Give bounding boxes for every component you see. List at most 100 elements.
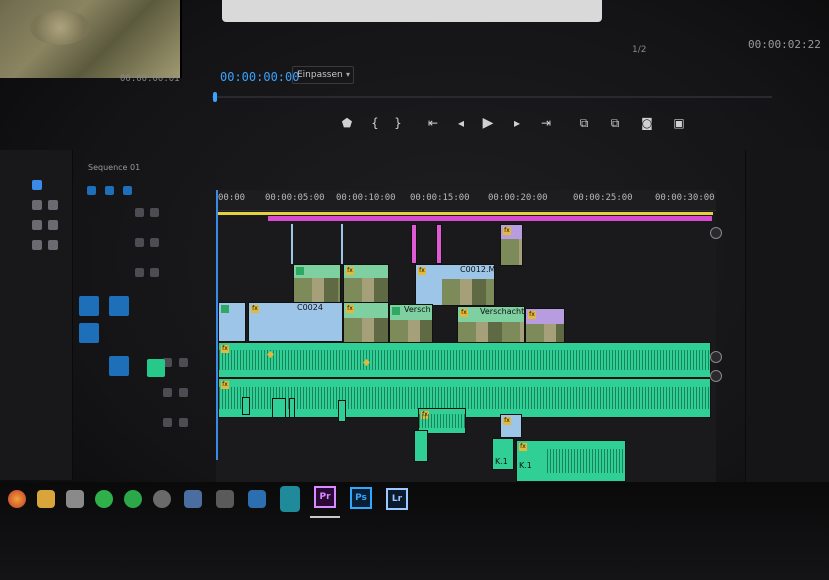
clip-name: Versch xyxy=(404,305,431,314)
ruler-tick-label: 00:00 xyxy=(218,193,246,203)
mute-icon[interactable] xyxy=(163,418,172,427)
video-clip[interactable] xyxy=(218,302,246,342)
spotify-icon[interactable] xyxy=(95,490,113,508)
audio-clip[interactable] xyxy=(414,430,428,462)
video-clip[interactable]: fx xyxy=(343,302,389,346)
lightroom-icon[interactable]: Lr xyxy=(386,488,408,510)
track-scroll-handle[interactable] xyxy=(710,351,722,363)
audio-track-source-a1[interactable] xyxy=(109,356,129,376)
clip-edge-marker xyxy=(291,224,293,264)
program-playhead[interactable] xyxy=(213,92,217,102)
audio-clip[interactable] xyxy=(272,398,286,418)
add-marker-icon[interactable]: ⬟ xyxy=(338,115,356,131)
playhead-timecode[interactable]: 00:00:00:00 xyxy=(220,70,299,84)
tool-palette xyxy=(22,170,62,260)
solo-icon[interactable] xyxy=(179,418,188,427)
go-to-in-icon[interactable]: ⇤ xyxy=(424,115,442,131)
solo-icon[interactable] xyxy=(179,388,188,397)
adjustment-clip[interactable] xyxy=(436,224,442,264)
comparison-view-icon[interactable]: ▣ xyxy=(670,115,688,131)
track-lock-icon[interactable] xyxy=(135,208,144,217)
audio-clip-a1[interactable]: fx xyxy=(218,342,711,378)
fx-badge-icon: fx xyxy=(503,417,511,425)
step-back-icon[interactable]: ◂ xyxy=(452,115,470,131)
audio-clip[interactable] xyxy=(289,398,295,418)
clip-name: Verschachtel xyxy=(480,307,525,316)
video-clip-c0012[interactable]: fx C0012.MP xyxy=(415,264,495,306)
clip-badge-icon xyxy=(296,267,304,275)
fx-badge-icon: fx xyxy=(503,227,511,235)
source-timecode: 00:00:00:01 xyxy=(120,74,180,84)
fx-badge-icon: fx xyxy=(221,381,229,389)
add-marker-timeline-icon[interactable] xyxy=(123,186,132,195)
voice-record-icon[interactable] xyxy=(147,359,165,377)
video-clip-c0024[interactable]: fx C0024 xyxy=(248,302,343,342)
mark-out-icon[interactable]: } xyxy=(389,115,407,131)
slip-tool-icon[interactable] xyxy=(48,220,58,230)
audio-clip-k1[interactable]: fx K.1 xyxy=(516,440,626,482)
fit-dropdown-label: Einpassen xyxy=(297,70,343,80)
razor-tool-icon[interactable] xyxy=(32,220,42,230)
folder-icon[interactable] xyxy=(37,490,55,508)
solo-icon[interactable] xyxy=(179,358,188,367)
video-clip[interactable]: fx xyxy=(343,264,389,304)
ruler-tick-label: 00:00:20:00 xyxy=(488,193,548,203)
video-track-target-v1[interactable] xyxy=(79,296,99,316)
step-forward-icon[interactable]: ▸ xyxy=(508,115,526,131)
video-clip[interactable]: fx xyxy=(500,224,523,266)
audio-clip[interactable] xyxy=(338,400,346,422)
audio-waveform xyxy=(419,413,465,429)
audio-clip[interactable] xyxy=(242,397,250,415)
go-to-out-icon[interactable]: ⇥ xyxy=(537,115,555,131)
mute-icon[interactable] xyxy=(163,388,172,397)
program-scrub-bar[interactable] xyxy=(212,96,772,98)
track-select-tool-icon[interactable] xyxy=(32,200,42,210)
track-lock-icon[interactable] xyxy=(135,268,144,277)
timeline-playhead[interactable] xyxy=(216,190,218,460)
active-app-indicator xyxy=(310,516,340,518)
resolution-select[interactable]: 1/2 xyxy=(632,45,646,55)
source-preview-frame xyxy=(0,0,182,78)
premiere-pro-icon[interactable]: Pr xyxy=(314,486,336,508)
track-eye-icon[interactable] xyxy=(150,268,159,277)
app-icon[interactable] xyxy=(216,490,234,508)
track-scroll-handle[interactable] xyxy=(710,227,722,239)
fit-dropdown[interactable]: Einpassen ▾ xyxy=(292,66,354,84)
editor-screen: 00:00:00:01 00:00:00:00 Einpassen ▾ 1/2 … xyxy=(0,0,829,580)
track-lock-icon[interactable] xyxy=(135,238,144,247)
audio-clip[interactable]: fx xyxy=(500,414,522,438)
video-clip[interactable] xyxy=(293,264,341,304)
play-icon[interactable]: ▶ xyxy=(479,115,497,131)
audio-clip-k1[interactable]: K.1 xyxy=(492,438,514,470)
extract-icon[interactable]: ⧉ xyxy=(606,115,624,131)
app-icon[interactable] xyxy=(153,490,171,508)
ruler-tick-label: 00:00:25:00 xyxy=(573,193,633,203)
track-sync-icon[interactable] xyxy=(150,208,159,217)
selection-tool-icon[interactable] xyxy=(32,180,42,190)
render-status-bar xyxy=(268,216,712,221)
app-icon[interactable] xyxy=(280,486,300,512)
app-icon[interactable] xyxy=(184,490,202,508)
video-track-source-v1[interactable] xyxy=(109,296,129,316)
snap-icon[interactable] xyxy=(87,186,96,195)
track-scroll-handle[interactable] xyxy=(710,370,722,382)
adjustment-clip[interactable] xyxy=(411,224,417,264)
firefox-icon[interactable] xyxy=(8,490,26,508)
track-eye-icon[interactable] xyxy=(150,238,159,247)
fx-badge-icon: fx xyxy=(418,267,426,275)
pen-tool-icon[interactable] xyxy=(32,240,42,250)
photoshop-icon[interactable]: Ps xyxy=(350,487,372,509)
sequence-tab[interactable]: Sequence 01 xyxy=(88,163,140,172)
audio-track-target-a1[interactable] xyxy=(79,323,99,343)
lift-icon[interactable]: ⧉ xyxy=(575,115,593,131)
ripple-edit-tool-icon[interactable] xyxy=(48,200,58,210)
mark-in-icon[interactable]: { xyxy=(366,115,384,131)
work-area-bar[interactable] xyxy=(218,212,713,215)
app-icon[interactable] xyxy=(248,490,266,508)
camera-icon[interactable]: ◙ xyxy=(638,115,656,131)
linked-selection-icon[interactable] xyxy=(105,186,114,195)
clip-edge-marker xyxy=(341,224,343,264)
hand-tool-icon[interactable] xyxy=(48,240,58,250)
app-icon[interactable] xyxy=(66,490,84,508)
whatsapp-icon[interactable] xyxy=(124,490,142,508)
